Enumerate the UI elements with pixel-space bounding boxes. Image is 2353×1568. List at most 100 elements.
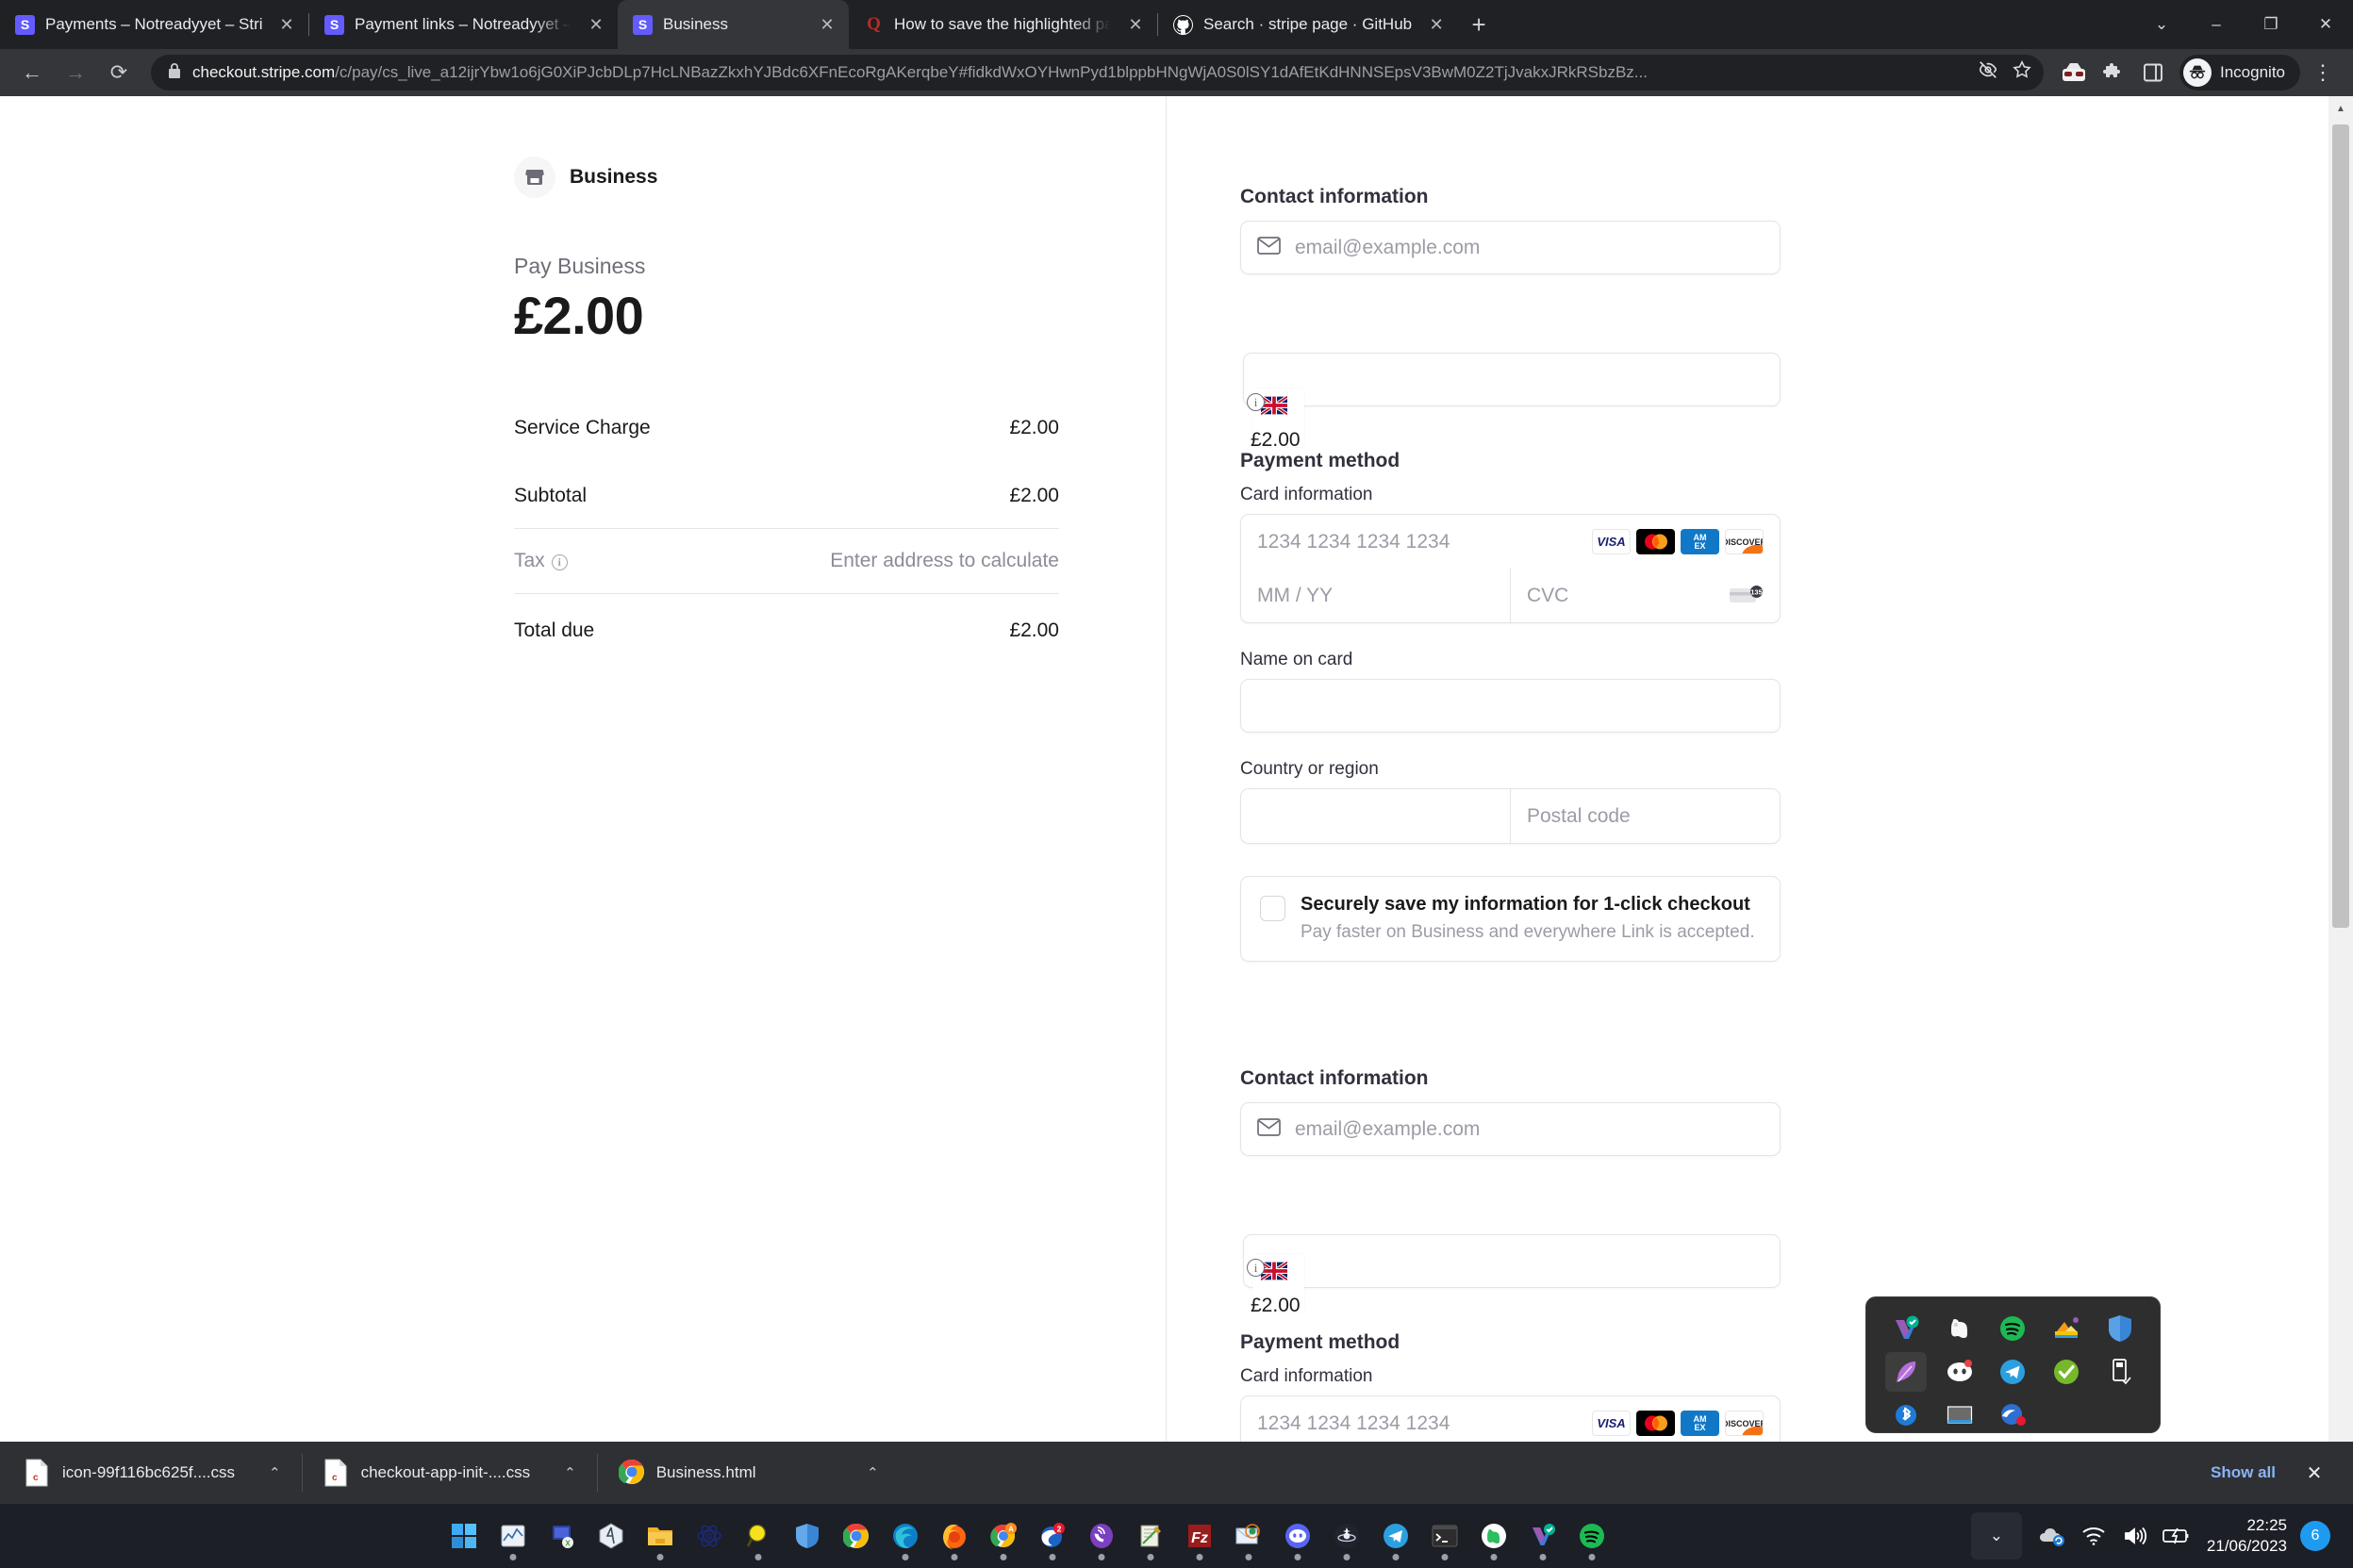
discord-icon[interactable] xyxy=(1273,1510,1322,1562)
feather-editor-icon[interactable] xyxy=(1885,1352,1928,1392)
close-downloads-bar-icon[interactable]: ✕ xyxy=(2296,1461,2332,1485)
card-number-placeholder: 1234 1234 1234 1234 xyxy=(1257,1411,1450,1434)
bluetooth-icon[interactable] xyxy=(1885,1395,1927,1435)
browser-tab-0[interactable]: S Payments – Notreadyyet – Stripe ✕ xyxy=(0,0,308,49)
close-window-button[interactable]: ✕ xyxy=(2298,15,2353,34)
new-tab-button[interactable]: + xyxy=(1458,0,1500,49)
chevron-up-icon[interactable]: ⌃ xyxy=(867,1464,879,1481)
start-icon[interactable] xyxy=(439,1510,489,1562)
side-panel-icon[interactable] xyxy=(2136,56,2170,90)
file-explorer-icon[interactable] xyxy=(636,1510,685,1562)
postal-code-input[interactable]: Postal code xyxy=(1510,789,1780,843)
telegram-icon[interactable] xyxy=(1992,1352,2033,1392)
remote-desktop-icon[interactable]: X xyxy=(538,1510,587,1562)
volume-icon[interactable] xyxy=(2114,1512,2156,1560)
show-all-downloads-button[interactable]: Show all xyxy=(2196,1455,2291,1491)
thunderbird-icon[interactable]: 2 xyxy=(1028,1510,1077,1562)
secondary-field[interactable] xyxy=(1243,353,1781,406)
eye-slash-icon[interactable] xyxy=(1978,59,1998,86)
scroll-up-arrow-icon[interactable]: ▲ xyxy=(2328,96,2353,121)
close-icon[interactable]: ✕ xyxy=(1125,15,1146,35)
chrome-a-icon[interactable]: A xyxy=(979,1510,1028,1562)
name-on-card-input[interactable] xyxy=(1240,679,1781,733)
mail-atom-icon[interactable] xyxy=(1224,1510,1273,1562)
reload-button[interactable]: ⟳ xyxy=(100,54,138,91)
maximize-button[interactable]: ❐ xyxy=(2244,15,2298,34)
download-item-1[interactable]: c checkout-app-init-....css ⌃ xyxy=(303,1449,597,1496)
info-icon[interactable]: i xyxy=(551,554,568,570)
battery-charging-icon[interactable] xyxy=(2156,1512,2197,1560)
browser-menu-button[interactable]: ⋮ xyxy=(2306,56,2340,90)
browser-tab-3[interactable]: Q How to save the highlighted part ✕ xyxy=(849,0,1157,49)
save-info-card[interactable]: Securely save my information for 1-click… xyxy=(1240,876,1781,962)
profile-chip[interactable]: Incognito xyxy=(2179,55,2300,91)
close-icon[interactable]: ✕ xyxy=(817,15,837,35)
back-button[interactable]: ← xyxy=(13,54,51,91)
address-bar[interactable]: checkout.stripe.com/c/pay/cs_live_a12ijr… xyxy=(151,55,2044,91)
keyboard-icon[interactable] xyxy=(1939,1395,1980,1435)
windows-security-icon[interactable] xyxy=(2099,1309,2141,1348)
filezilla-icon[interactable]: Fz xyxy=(1175,1510,1224,1562)
task-manager-icon[interactable] xyxy=(489,1510,538,1562)
info-icon[interactable]: i xyxy=(1247,393,1265,411)
chevron-up-icon[interactable]: ⌃ xyxy=(269,1464,281,1481)
mail-notify-icon[interactable] xyxy=(1992,1395,2033,1435)
close-icon[interactable]: ✕ xyxy=(1426,15,1447,35)
show-hidden-icons-button[interactable]: ⌄ xyxy=(1970,1512,2022,1560)
onedrive-sync-icon[interactable] xyxy=(2031,1512,2073,1560)
spotify-icon[interactable] xyxy=(1992,1309,2033,1348)
minimize-button[interactable]: – xyxy=(2189,15,2244,34)
chrome-icon[interactable] xyxy=(832,1510,881,1562)
green-check-icon[interactable] xyxy=(2046,1352,2087,1392)
windows-security-icon[interactable] xyxy=(783,1510,832,1562)
wifi-icon[interactable] xyxy=(2073,1512,2114,1560)
evernote-icon[interactable] xyxy=(1939,1309,1980,1348)
scrollbar-thumb[interactable] xyxy=(2332,124,2349,928)
firefox-icon[interactable] xyxy=(930,1510,979,1562)
close-icon[interactable]: ✕ xyxy=(586,15,606,35)
browser-tab-4[interactable]: Search · stripe page · GitHub ✕ xyxy=(1158,0,1458,49)
download-item-2[interactable]: Business.html ⌃ xyxy=(598,1449,900,1496)
download-item-0[interactable]: c icon-99f116bc625f....css ⌃ xyxy=(4,1449,302,1496)
secondary-field-2[interactable] xyxy=(1243,1234,1781,1288)
browser-tab-1[interactable]: S Payment links – Notreadyyet – Stripe ✕ xyxy=(309,0,618,49)
save-info-checkbox[interactable] xyxy=(1260,896,1285,921)
taskbar-clock[interactable]: 22:25 21/06/2023 xyxy=(2197,1515,2300,1558)
minimize-all-button[interactable]: ⌄ xyxy=(2134,15,2189,34)
usb-eject-icon[interactable] xyxy=(2099,1352,2141,1392)
yandex-icon[interactable] xyxy=(587,1510,636,1562)
info-icon[interactable]: i xyxy=(1247,1259,1265,1277)
card-cvc-input[interactable]: CVC 135 xyxy=(1510,569,1780,622)
notepad-icon[interactable] xyxy=(1126,1510,1175,1562)
genshin-icon[interactable] xyxy=(1322,1510,1371,1562)
star-icon[interactable] xyxy=(2012,59,2032,86)
veeam-icon[interactable] xyxy=(1518,1510,1567,1562)
email-field-2[interactable]: email@example.com xyxy=(1240,1102,1781,1156)
terminal-icon[interactable] xyxy=(1420,1510,1469,1562)
edge-icon[interactable] xyxy=(881,1510,930,1562)
browser-tab-2[interactable]: S Business ✕ xyxy=(618,0,849,49)
country-select[interactable] xyxy=(1241,789,1510,843)
chevron-up-icon[interactable]: ⌃ xyxy=(564,1464,576,1481)
telegram-icon[interactable] xyxy=(1371,1510,1420,1562)
search-icon[interactable] xyxy=(734,1510,783,1562)
atom-b-icon[interactable]: B xyxy=(685,1510,734,1562)
incognito-extension-icon[interactable] xyxy=(2057,56,2091,90)
evernote-icon[interactable] xyxy=(1469,1510,1518,1562)
veeam-check-icon[interactable] xyxy=(1885,1309,1927,1348)
running-indicator xyxy=(1098,1554,1105,1560)
merchant-name: Business xyxy=(570,166,658,188)
image-editor-icon[interactable] xyxy=(2046,1309,2087,1348)
card-number-input[interactable]: 1234 1234 1234 1234 VISA AMEX DISCOVER xyxy=(1241,515,1780,569)
page-scrollbar[interactable]: ▲ ▼ xyxy=(2328,96,2353,1462)
notification-badge[interactable]: 6 xyxy=(2300,1521,2330,1551)
viber-icon[interactable] xyxy=(1077,1510,1126,1562)
card-expiry-input[interactable]: MM / YY xyxy=(1241,569,1510,622)
spotify-icon[interactable] xyxy=(1567,1510,1616,1562)
close-icon[interactable]: ✕ xyxy=(276,15,297,35)
postal-placeholder: Postal code xyxy=(1527,804,1631,827)
forward-button[interactable]: → xyxy=(57,54,94,91)
discord-icon[interactable] xyxy=(1939,1352,1980,1392)
extensions-puzzle-icon[interactable] xyxy=(2096,56,2130,90)
email-field[interactable]: email@example.com xyxy=(1240,221,1781,274)
